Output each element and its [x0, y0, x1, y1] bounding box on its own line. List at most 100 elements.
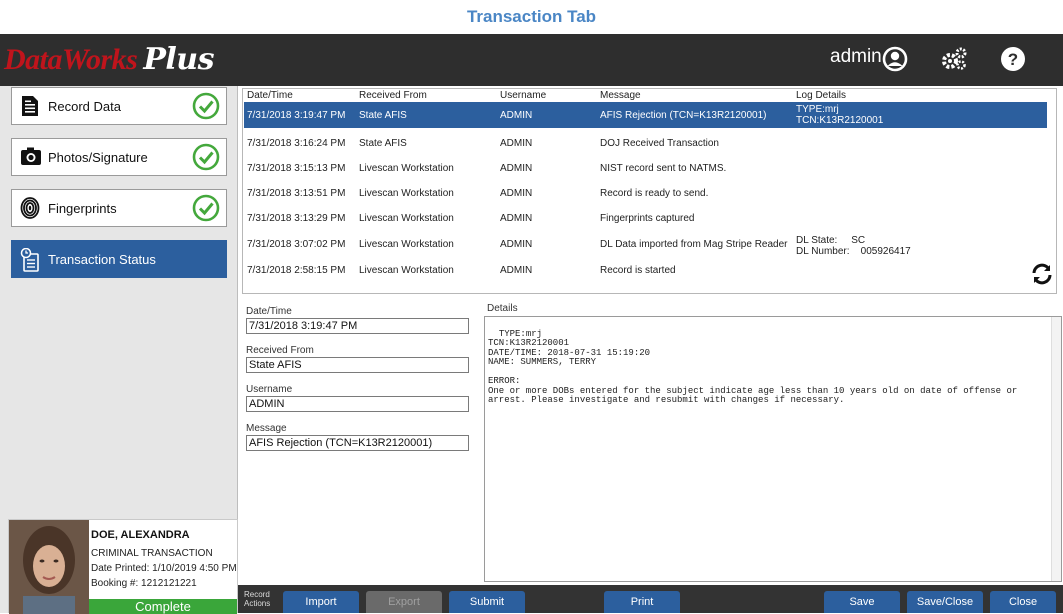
- save-button[interactable]: Save: [824, 591, 900, 613]
- cell-message: Record is started: [600, 265, 676, 276]
- transaction-detail-form: Date/Time 7/31/2018 3:19:47 PM Received …: [242, 300, 480, 582]
- logo-text-plus: Plus: [143, 42, 214, 77]
- details-text: TYPE:mrj TCN:K13R2120001 DATE/TIME: 2018…: [488, 328, 1018, 405]
- username-field[interactable]: ADMIN: [246, 396, 469, 412]
- cell-datetime: 7/31/2018 3:15:13 PM: [247, 163, 346, 174]
- sidebar-item-photos-signature[interactable]: Photos/Signature: [11, 138, 227, 176]
- camera-icon: [20, 146, 42, 171]
- sidebar-item-label: Photos/Signature: [48, 150, 148, 165]
- cell-username: ADMIN: [500, 163, 533, 174]
- cell-received-from: Livescan Workstation: [359, 188, 454, 199]
- print-button[interactable]: Print: [604, 591, 680, 613]
- transaction-table: Date/Time Received From Username Message…: [242, 88, 1057, 294]
- svg-text:?: ?: [1008, 50, 1018, 69]
- cell-username: ADMIN: [500, 188, 533, 199]
- dataworks-logo: DataWorks Plus: [4, 42, 214, 77]
- sidebar-item-label: Fingerprints: [48, 201, 117, 216]
- datetime-field[interactable]: 7/31/2018 3:19:47 PM: [246, 318, 469, 334]
- app-header: DataWorks Plus admin ?: [0, 34, 1063, 86]
- page-title: Transaction Tab: [466, 7, 597, 26]
- cell-message: Fingerprints captured: [600, 213, 695, 224]
- cell-username: ADMIN: [500, 213, 533, 224]
- details-textarea[interactable]: TYPE:mrj TCN:K13R2120001 DATE/TIME: 2018…: [484, 316, 1062, 582]
- sidebar-item-record-data[interactable]: Record Data: [11, 87, 227, 125]
- cell-received-from: Livescan Workstation: [359, 213, 454, 224]
- details-label: Details: [487, 303, 518, 314]
- cell-log-details: TYPE:mrj TCN:K13R2120001: [796, 104, 883, 126]
- sidebar-item-label: Record Data: [48, 99, 121, 114]
- column-header[interactable]: Log Details: [796, 90, 846, 101]
- log-detail-line: DL Number: 005926417: [796, 246, 911, 257]
- received-from-field[interactable]: State AFIS: [246, 357, 469, 373]
- logo-text-dataworks: DataWorks: [4, 43, 138, 76]
- help-icon[interactable]: ?: [1000, 46, 1026, 77]
- record-actions-label: Record Actions: [244, 590, 270, 608]
- message-label: Message: [246, 423, 287, 434]
- sidebar-item-transaction-status[interactable]: Transaction Status: [11, 240, 227, 278]
- user-circle-icon[interactable]: [882, 46, 908, 77]
- column-header[interactable]: Date/Time: [247, 90, 293, 101]
- save-close-button[interactable]: Save/Close: [907, 591, 983, 613]
- cell-received-from: Livescan Workstation: [359, 265, 454, 276]
- subject-photo: [9, 520, 89, 614]
- check-circle-icon: [192, 92, 220, 125]
- cell-username: ADMIN: [500, 265, 533, 276]
- message-field[interactable]: AFIS Rejection (TCN=K13R2120001): [246, 435, 469, 451]
- log-detail-line: DL State: SC: [796, 235, 866, 246]
- cell-received-from: State AFIS: [359, 110, 407, 121]
- cell-datetime: 7/31/2018 3:13:29 PM: [247, 213, 346, 224]
- cell-username: ADMIN: [500, 110, 533, 121]
- cell-datetime: 7/31/2018 3:07:02 PM: [247, 239, 346, 250]
- cell-message: AFIS Rejection (TCN=K13R2120001): [600, 110, 767, 121]
- subject-name: DOE, ALEXANDRA: [91, 529, 190, 541]
- date-printed: Date Printed: 1/10/2019 4:50 PM: [91, 563, 237, 574]
- fingerprint-icon: [20, 197, 40, 224]
- log-detail-line: TYPE:mrj: [796, 104, 839, 115]
- record-actions-bar: Record Actions Import Export Submit Print…: [238, 585, 1063, 613]
- check-circle-icon: [192, 143, 220, 176]
- document-icon: [20, 95, 40, 122]
- table-row[interactable]: 7/31/2018 3:19:47 PM State AFIS ADMIN AF…: [244, 102, 1047, 128]
- table-row[interactable]: 7/31/2018 3:07:02 PM Livescan Workstatio…: [244, 231, 1047, 257]
- details-scrollbar[interactable]: [1051, 317, 1061, 581]
- subject-card: DOE, ALEXANDRA CRIMINAL TRANSACTION Date…: [8, 519, 238, 614]
- column-header[interactable]: Received From: [359, 90, 427, 101]
- cell-datetime: 7/31/2018 3:19:47 PM: [247, 110, 346, 121]
- submit-button[interactable]: Submit: [449, 591, 525, 613]
- status-badge: Complete: [89, 599, 237, 614]
- table-row[interactable]: 7/31/2018 3:16:24 PM State AFIS ADMIN DO…: [244, 130, 1047, 156]
- cell-datetime: 7/31/2018 3:13:51 PM: [247, 188, 346, 199]
- cell-message: DL Data imported from Mag Stripe Reader: [600, 239, 788, 250]
- import-button[interactable]: Import: [283, 591, 359, 613]
- cell-username: ADMIN: [500, 138, 533, 149]
- cell-received-from: Livescan Workstation: [359, 163, 454, 174]
- user-name[interactable]: admin: [830, 46, 882, 68]
- cell-username: ADMIN: [500, 239, 533, 250]
- cell-datetime: 7/31/2018 2:58:15 PM: [247, 265, 346, 276]
- cell-log-details: DL State: SC DL Number: 005926417: [796, 235, 911, 257]
- transaction-type: CRIMINAL TRANSACTION: [91, 548, 213, 559]
- datetime-label: Date/Time: [246, 306, 292, 317]
- export-button[interactable]: Export: [366, 591, 442, 613]
- refresh-icon[interactable]: [1030, 262, 1054, 291]
- column-header[interactable]: Message: [600, 90, 641, 101]
- cell-received-from: Livescan Workstation: [359, 239, 454, 250]
- table-row[interactable]: 7/31/2018 3:15:13 PM Livescan Workstatio…: [244, 155, 1047, 181]
- cell-received-from: State AFIS: [359, 138, 407, 149]
- close-button[interactable]: Close: [990, 591, 1056, 613]
- table-row[interactable]: 7/31/2018 3:13:29 PM Livescan Workstatio…: [244, 205, 1047, 231]
- table-row[interactable]: 7/31/2018 3:13:51 PM Livescan Workstatio…: [244, 180, 1047, 206]
- booking-number: Booking #: 1212121221: [91, 578, 197, 589]
- record-actions-label-line: Actions: [244, 599, 271, 608]
- record-actions-label-line: Record: [244, 590, 270, 599]
- sidebar-item-fingerprints[interactable]: Fingerprints: [11, 189, 227, 227]
- cell-message: NIST record sent to NATMS.: [600, 163, 727, 174]
- received-from-label: Received From: [246, 345, 314, 356]
- cell-message: Record is ready to send.: [600, 188, 709, 199]
- column-header[interactable]: Username: [500, 90, 546, 101]
- transaction-status-icon: [20, 247, 42, 277]
- table-row[interactable]: 7/31/2018 2:58:15 PM Livescan Workstatio…: [244, 257, 1047, 283]
- gears-icon[interactable]: [940, 46, 968, 77]
- username-label: Username: [246, 384, 293, 395]
- cell-datetime: 7/31/2018 3:16:24 PM: [247, 138, 346, 149]
